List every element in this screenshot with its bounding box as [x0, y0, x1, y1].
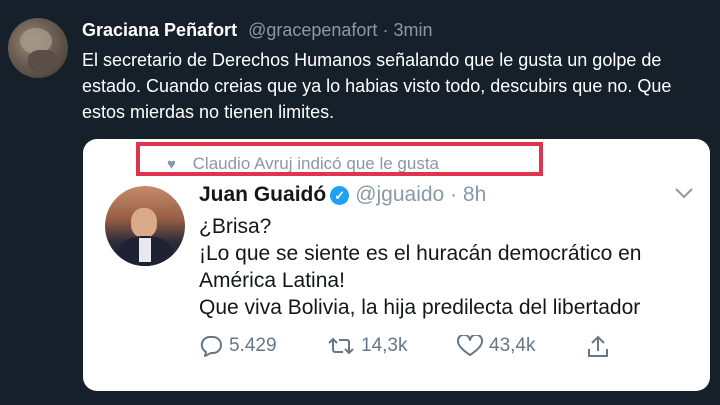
tweet: Graciana Peñafort @gracepenafort · 3min …	[0, 0, 720, 405]
quoted-line: ¡Lo que se siente es el huracán democrát…	[199, 242, 642, 292]
chevron-down-icon[interactable]	[674, 183, 694, 204]
verified-badge-icon: ✓	[330, 186, 350, 205]
quoted-line: Que viva Bolivia, la hija predilecta del…	[199, 296, 641, 319]
quoted-text: ¿Brisa? ¡Lo que se siente es el huracán …	[199, 213, 699, 321]
quoted-line: ¿Brisa?	[199, 215, 272, 238]
reply-icon	[200, 336, 222, 357]
avatar-face	[131, 208, 157, 238]
red-highlight-box	[136, 142, 543, 176]
action-bar: 5.429 14,3k 43,4k	[199, 335, 619, 365]
author-name[interactable]: Graciana Peñafort	[82, 20, 237, 40]
share-icon	[588, 335, 608, 357]
reply-count: 5.429	[229, 335, 277, 356]
retweet-button[interactable]: 14,3k	[327, 335, 407, 357]
like-button[interactable]: 43,4k	[457, 335, 535, 357]
reply-button[interactable]: 5.429	[199, 335, 277, 357]
tweet-header: Graciana Peñafort @gracepenafort · 3min	[82, 20, 432, 41]
quoted-header: Juan Guaidó ✓ @jguaido · 8h	[199, 183, 486, 207]
tweet-text: El secretario de Derechos Humanos señala…	[82, 50, 672, 122]
quoted-author-avatar[interactable]	[105, 186, 185, 266]
retweet-count: 14,3k	[361, 335, 408, 356]
quoted-tweet-card[interactable]: ♥ Claudio Avruj indicó que le gusta Juan…	[83, 139, 710, 391]
avatar-detail	[28, 50, 58, 72]
quoted-author-handle[interactable]: @jguaido	[355, 183, 444, 206]
share-button[interactable]	[587, 335, 615, 359]
tweet-time[interactable]: 3min	[393, 20, 432, 40]
heart-icon	[457, 335, 483, 356]
author-handle[interactable]: @gracepenafort	[248, 20, 377, 40]
quoted-author-name[interactable]: Juan Guaidó	[199, 183, 326, 206]
time-separator: ·	[450, 183, 458, 206]
retweet-icon	[328, 337, 354, 355]
quoted-time[interactable]: 8h	[463, 183, 486, 206]
avatar-shirt	[139, 238, 151, 262]
like-count: 43,4k	[489, 335, 536, 356]
author-avatar[interactable]	[8, 18, 68, 78]
time-separator: ·	[382, 20, 389, 40]
